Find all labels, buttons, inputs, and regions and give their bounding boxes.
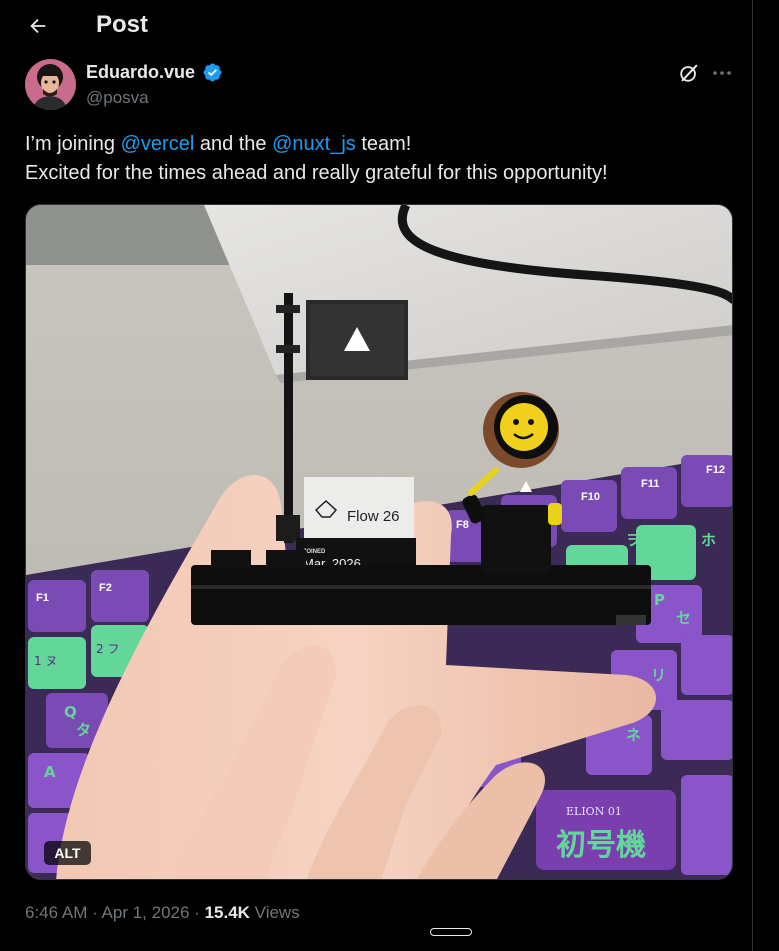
more-horizontal-icon	[713, 71, 731, 75]
keycap-label: リ	[651, 666, 666, 684]
tweet-text: I’m joining @vercel and the @nuxt_js tea…	[25, 130, 735, 188]
keycap-label: 1 ヌ	[34, 654, 57, 668]
keycap-label: セ	[676, 609, 691, 627]
grok-button[interactable]	[676, 60, 702, 86]
keycap-label: F11	[641, 478, 659, 490]
verified-badge-icon	[202, 62, 223, 83]
page-title: Post	[96, 11, 149, 38]
views-count: 15.4K	[204, 903, 250, 922]
keycap-label: F8	[456, 519, 469, 531]
back-button[interactable]	[20, 8, 56, 44]
keycap-label: F12	[706, 464, 725, 476]
mention-vercel-link[interactable]: @vercel	[121, 133, 195, 155]
keycap-label: ホ	[701, 531, 716, 549]
author-display-name[interactable]: Eduardo.vue	[86, 62, 195, 83]
mention-nuxt-link[interactable]: @nuxt_js	[272, 133, 356, 155]
keycap-label: F10	[581, 491, 600, 503]
keycap-label: ネ	[626, 726, 641, 744]
meta-separator: ·	[189, 903, 205, 922]
more-options-button[interactable]	[708, 60, 736, 86]
post-date-link[interactable]: Apr 1, 2026	[102, 903, 190, 922]
tweet-line-2: Excited for the times ahead and really g…	[25, 162, 608, 184]
post-time-link[interactable]: 6:46 AM	[25, 903, 87, 922]
meta-separator: ·	[87, 903, 102, 922]
keycap-evangelion-text: ELION 01	[566, 805, 622, 818]
post-metadata: 6:46 AM · Apr 1, 2026 · 15.4K Views	[25, 903, 300, 923]
post-header: Post	[0, 0, 753, 52]
alt-text-button[interactable]: ALT	[44, 841, 91, 865]
keycap-label: F2	[99, 582, 112, 594]
keycap-label: P	[654, 591, 665, 609]
post-column: Post Eduardo.vue @posva I’m joining @ver…	[0, 0, 753, 951]
avatar[interactable]	[25, 59, 76, 110]
arrow-left-icon	[30, 18, 46, 34]
keycap-label: 2 フ	[96, 642, 119, 656]
keycap-label: タ	[76, 721, 91, 739]
tweet-line-1: I’m joining @vercel and the @nuxt_js tea…	[25, 130, 735, 159]
views-label: Views	[249, 903, 300, 922]
keycap-label: ヲ	[626, 531, 641, 549]
keycap-label: A	[44, 763, 56, 781]
tweet-text-segment: and the	[194, 133, 273, 155]
badge-text: Flow 26	[347, 508, 400, 525]
tweet-text-segment: team!	[355, 133, 412, 155]
tweet-photo[interactable]: F1 F2 F8 F10 F11 F12 1 ヌ 2 フ Q タ A P セ N…	[25, 204, 733, 880]
grok-icon	[680, 64, 698, 82]
scroll-handle[interactable]	[430, 928, 472, 936]
author-handle[interactable]: @posva	[86, 88, 149, 108]
tweet-text-segment: I’m joining	[25, 133, 121, 155]
keycap-evangelion-kanji: 初号機	[556, 828, 646, 863]
keycap-label: F1	[36, 592, 49, 604]
keycap-label: Q	[64, 703, 77, 721]
joined-label: JOINED	[303, 549, 326, 555]
